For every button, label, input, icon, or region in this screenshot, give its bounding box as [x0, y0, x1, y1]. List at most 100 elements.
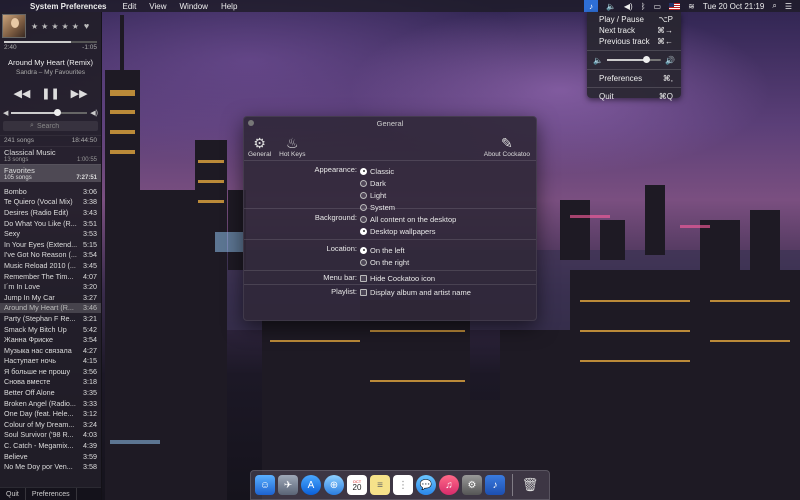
- volume-track[interactable]: [606, 56, 662, 63]
- checkbox[interactable]: [360, 288, 367, 296]
- music-icon[interactable]: ♫: [439, 475, 459, 495]
- checkbox-hide-cockatoo-icon[interactable]: Hide Cockatoo icon: [360, 272, 435, 284]
- bluetooth-icon[interactable]: ᛒ: [641, 2, 646, 11]
- finder-icon[interactable]: ☺: [255, 475, 275, 495]
- battery-icon[interactable]: ▭: [654, 2, 662, 11]
- notes-icon[interactable]: ≡: [370, 475, 390, 495]
- radio-button[interactable]: [360, 215, 367, 223]
- messages-icon[interactable]: 💬: [416, 475, 436, 495]
- search-input[interactable]: [36, 122, 71, 130]
- track-row[interactable]: Jump In My Car 3:27: [0, 292, 101, 303]
- track-row[interactable]: In Your Eyes (Extend... 5:15: [0, 239, 101, 250]
- track-row[interactable]: No Me Doy por Ven... 3:58: [0, 461, 101, 472]
- rating-stars[interactable]: ★ ★ ★ ★ ★: [31, 22, 79, 31]
- track-row[interactable]: Music Reload 2010 (... 3:45: [0, 260, 101, 271]
- radio-button[interactable]: [360, 191, 367, 199]
- track-row[interactable]: Desires (Radio Edit) 3:43: [0, 207, 101, 218]
- star-icon[interactable]: ★: [31, 22, 38, 31]
- radio-button[interactable]: [360, 227, 367, 235]
- radio-button[interactable]: [360, 167, 367, 175]
- menu-window[interactable]: Window: [180, 2, 208, 11]
- track-row[interactable]: C. Catch - Megamix... 4:39: [0, 440, 101, 451]
- radio-desktop-wallpapers[interactable]: Desktop wallpapers: [360, 225, 456, 237]
- track-row[interactable]: Around My Heart (R... 3:46: [0, 302, 101, 314]
- track-row[interactable]: I´m In Love 3:20: [0, 281, 101, 292]
- radio-button[interactable]: [360, 179, 367, 187]
- menu-help[interactable]: Help: [221, 2, 237, 11]
- tab-about[interactable]: ✎ About Cockatoo: [484, 136, 530, 159]
- playlist-favorites[interactable]: Favorites 105 songs 7:27:51: [0, 164, 101, 182]
- menu-item-next-track[interactable]: Next track ⌘→: [587, 25, 681, 36]
- radio-classic[interactable]: Classic: [360, 165, 395, 177]
- clock[interactable]: Tue 20 Oct 21:19: [703, 2, 765, 11]
- menu-view[interactable]: View: [149, 2, 166, 11]
- search-field[interactable]: ⌕: [3, 121, 98, 131]
- track-row[interactable]: Soul Survivor ('98 R... 4:03: [0, 430, 101, 441]
- menu-item-previous-track[interactable]: Previous track ⌘←: [587, 36, 681, 47]
- star-icon[interactable]: ★: [72, 22, 79, 31]
- trash-icon[interactable]: 🗑: [520, 475, 540, 495]
- radio-light[interactable]: Light: [360, 189, 395, 201]
- album-cover[interactable]: [2, 14, 26, 38]
- wifi-icon[interactable]: ≋: [688, 2, 695, 11]
- menu-item-quit[interactable]: Quit ⌘Q: [587, 91, 681, 102]
- track-row[interactable]: One Day (feat. Hele... 3:12: [0, 408, 101, 419]
- tab-hot-keys[interactable]: ♨ Hot Keys: [279, 136, 305, 159]
- window-titlebar[interactable]: General: [244, 117, 536, 129]
- speaker-icon[interactable]: 🔈: [606, 2, 616, 11]
- track-row[interactable]: Жанна Фриске 3:54: [0, 334, 101, 345]
- track-row[interactable]: Sexy 3:53: [0, 228, 101, 239]
- launchpad-icon[interactable]: ✈: [278, 475, 298, 495]
- radio-all-content[interactable]: All content on the desktop: [360, 213, 456, 225]
- menu-edit[interactable]: Edit: [123, 2, 137, 11]
- cockatoo-app-icon[interactable]: ♪: [485, 475, 505, 495]
- radio-button[interactable]: [360, 258, 367, 266]
- star-icon[interactable]: ★: [41, 22, 48, 31]
- track-row[interactable]: Believe 3:59: [0, 451, 101, 462]
- reminders-icon[interactable]: ⋮: [393, 475, 413, 495]
- radio-button[interactable]: [360, 203, 367, 211]
- track-row[interactable]: Better Off Alone 3:35: [0, 387, 101, 398]
- track-row[interactable]: Broken Angel (Radio... 3:33: [0, 398, 101, 409]
- pause-icon[interactable]: ❚❚: [41, 87, 59, 100]
- menu-list-icon[interactable]: ☰: [785, 2, 792, 11]
- playlist-classical-music[interactable]: Classical Music 13 songs 1:00:55: [0, 146, 101, 164]
- system-preferences-icon[interactable]: ⚙: [462, 475, 482, 495]
- track-progress-bar[interactable]: [4, 41, 97, 43]
- radio-on-the-right[interactable]: On the right: [360, 256, 409, 268]
- checkbox[interactable]: [360, 274, 367, 282]
- volume-knob[interactable]: [53, 109, 61, 116]
- cockatoo-status-icon[interactable]: ♪: [583, 0, 598, 12]
- preferences-button[interactable]: Preferences: [26, 491, 76, 498]
- menu-volume-slider[interactable]: 🔈 🔊: [587, 54, 681, 66]
- track-row[interactable]: Музыка нас связала 4:27: [0, 345, 101, 356]
- quit-button[interactable]: Quit: [0, 491, 25, 498]
- checkbox-display-album-artist[interactable]: Display album and artist name: [360, 286, 471, 298]
- track-row[interactable]: Do What You Like (R... 3:51: [0, 218, 101, 229]
- next-track-icon[interactable]: ▶▶: [71, 87, 88, 100]
- star-icon[interactable]: ★: [51, 22, 58, 31]
- previous-track-icon[interactable]: ◀◀: [13, 87, 30, 100]
- tab-general[interactable]: ⚙ General: [248, 136, 271, 159]
- track-row[interactable]: Я больше не прошу 3:56: [0, 366, 101, 377]
- track-row[interactable]: Party (Stephan F Re... 3:21: [0, 313, 101, 324]
- track-row[interactable]: Smack My Bitch Up 5:42: [0, 324, 101, 335]
- track-row[interactable]: I've Got No Reason (... 3:54: [0, 250, 101, 261]
- close-button[interactable]: [248, 120, 254, 126]
- volume-icon[interactable]: ◀): [624, 2, 633, 11]
- radio-on-the-left[interactable]: On the left: [360, 244, 409, 256]
- safari-icon[interactable]: ⊕: [324, 475, 344, 495]
- menu-app-name[interactable]: System Preferences: [30, 2, 107, 11]
- track-row[interactable]: Снова вместе 3:18: [0, 377, 101, 388]
- track-row[interactable]: Bombo 3:06: [0, 186, 101, 197]
- track-row[interactable]: Remember The Tim... 4:07: [0, 271, 101, 282]
- radio-button[interactable]: [360, 246, 367, 254]
- menu-item-preferences[interactable]: Preferences ⌘,: [587, 73, 681, 84]
- volume-knob[interactable]: [642, 56, 650, 63]
- track-row[interactable]: Colour of My Dream... 3:24: [0, 419, 101, 430]
- player-volume-slider[interactable]: [11, 109, 88, 116]
- playlist-all-songs[interactable]: 241 songs 18:44:50: [0, 135, 101, 146]
- track-row[interactable]: Наступает ночь 4:15: [0, 356, 101, 367]
- input-source-flag-icon[interactable]: [669, 2, 681, 10]
- app-store-icon[interactable]: A: [301, 475, 321, 495]
